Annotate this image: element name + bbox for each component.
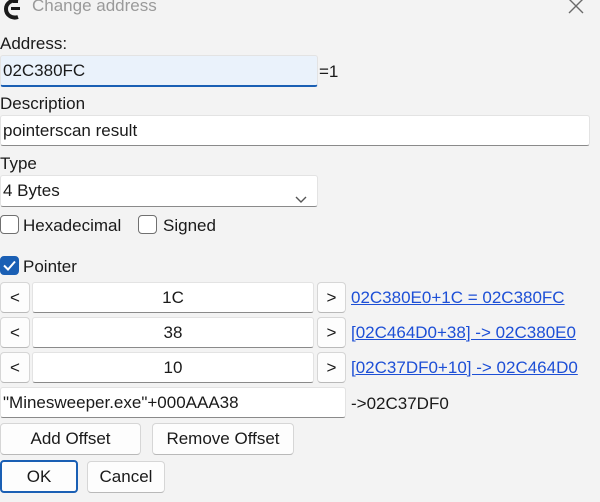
address-input[interactable]: 02C380FC — [0, 55, 318, 87]
signed-label: Signed — [163, 216, 216, 235]
offset-1-input[interactable]: 1C — [32, 282, 314, 313]
offset-3-increase-button[interactable]: > — [317, 352, 346, 383]
offset-1-increase-button[interactable]: > — [317, 282, 346, 313]
pointer-label: Pointer — [23, 257, 77, 276]
offset-2-input[interactable]: 38 — [32, 317, 314, 348]
type-label: Type — [0, 154, 37, 173]
base-address-result: ->02C37DF0 — [351, 394, 449, 413]
offset-1-decrease-button[interactable]: < — [0, 282, 30, 313]
checkmark-icon — [3, 260, 16, 271]
cheat-engine-icon — [2, 0, 26, 20]
offset-3-input[interactable]: 10 — [32, 352, 314, 383]
window-title: Change address — [32, 0, 157, 15]
address-value-suffix: =1 — [319, 62, 339, 81]
offset-3-decrease-button[interactable]: < — [0, 352, 30, 383]
cancel-button[interactable]: Cancel — [87, 461, 165, 493]
offset-2-result-link[interactable]: [02C464D0+38] -> 02C380E0 — [351, 323, 576, 343]
base-address-input[interactable]: "Minesweeper.exe"+000AAA38 — [0, 387, 346, 418]
type-selected-value: 4 Bytes — [3, 181, 60, 200]
offset-1-result-link[interactable]: 02C380E0+1C = 02C380FC — [351, 288, 565, 308]
description-label: Description — [0, 94, 86, 113]
hexadecimal-checkbox[interactable] — [0, 215, 19, 234]
add-offset-button[interactable]: Add Offset — [0, 423, 141, 455]
address-label: Address: — [0, 34, 68, 53]
chevron-down-icon — [295, 185, 307, 203]
hexadecimal-label: Hexadecimal — [23, 216, 122, 235]
title-bar: Change address — [0, 0, 600, 22]
signed-checkbox[interactable] — [138, 215, 157, 234]
description-input[interactable]: pointerscan result — [0, 115, 590, 146]
offset-2-decrease-button[interactable]: < — [0, 317, 30, 348]
close-icon[interactable] — [566, 0, 586, 18]
offset-3-result-link[interactable]: [02C37DF0+10] -> 02C464D0 — [351, 358, 578, 378]
remove-offset-button[interactable]: Remove Offset — [152, 423, 294, 455]
ok-button[interactable]: OK — [0, 460, 78, 493]
pointer-checkbox[interactable] — [0, 256, 19, 275]
offset-2-increase-button[interactable]: > — [317, 317, 346, 348]
type-select[interactable]: 4 Bytes — [0, 175, 318, 207]
